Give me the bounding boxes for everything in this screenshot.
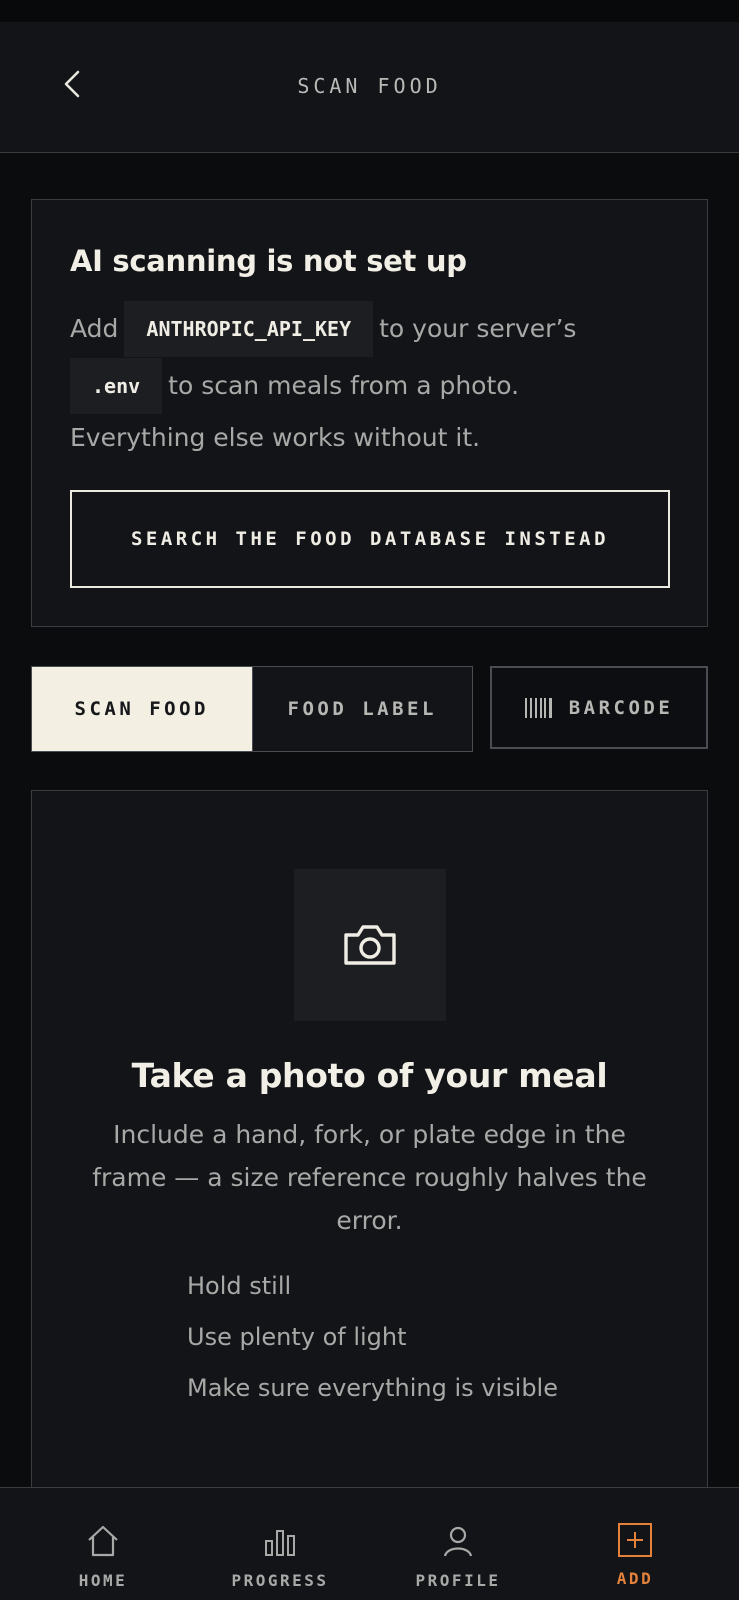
bottom-nav: HOME PROGRESS PROFILE ADD [0,1487,739,1600]
notice-body: Add ANTHROPIC_API_KEY to your server’s .… [70,300,680,460]
barcode-label: BARCODE [568,696,674,719]
status-bar [0,0,739,22]
nav-home[interactable]: HOME [23,1488,183,1600]
barcode-icon [524,697,552,718]
nav-add-label: ADD [616,1569,654,1588]
photo-subtitle: Include a hand, fork, or plate edge in t… [92,1120,647,1235]
api-key-code: ANTHROPIC_API_KEY [124,300,374,357]
ai-setup-notice: AI scanning is not set up Add ANTHROPIC_… [31,199,708,627]
user-icon [443,1526,473,1557]
list-item: Use plenty of light [187,1323,407,1351]
camera-button[interactable] [294,869,446,1021]
list-item: Hold still [187,1272,292,1300]
scan-mode-tabs: SCAN FOOD FOOD LABEL [31,666,473,752]
nav-home-label: HOME [78,1571,128,1590]
camera-icon [344,925,396,965]
nav-add[interactable]: ADD [555,1488,715,1600]
photo-capture-card: Take a photo of your meal Include a hand… [31,790,708,1490]
tab-scan-food[interactable]: SCAN FOOD [32,667,252,751]
top-bar: SCAN FOOD [0,22,739,153]
notice-text-server: to your server’s [379,314,577,343]
nav-profile[interactable]: PROFILE [378,1488,538,1600]
barcode-button[interactable]: BARCODE [490,666,708,749]
notice-text-fallback: Everything else works without it. [70,422,481,452]
home-icon [88,1525,118,1557]
nav-progress[interactable]: PROGRESS [200,1488,360,1600]
env-code: .env [70,357,163,414]
notice-title: AI scanning is not set up [70,244,467,278]
page-title: SCAN FOOD [297,74,442,98]
photo-title: Take a photo of your meal [131,1056,608,1095]
notice-text-add: Add [70,314,119,343]
add-icon [618,1523,652,1557]
photo-tips: Hold still Use plenty of light Make sure… [187,1266,558,1419]
notice-text-scan: to scan meals from a photo. [168,371,520,400]
list-item: Make sure everything is visible [187,1374,558,1402]
nav-profile-label: PROFILE [415,1571,501,1590]
nav-progress-label: PROGRESS [231,1571,329,1590]
tab-food-label[interactable]: FOOD LABEL [251,667,472,751]
bar-chart-icon [265,1530,295,1556]
search-database-button[interactable]: SEARCH THE FOOD DATABASE INSTEAD [70,490,670,588]
